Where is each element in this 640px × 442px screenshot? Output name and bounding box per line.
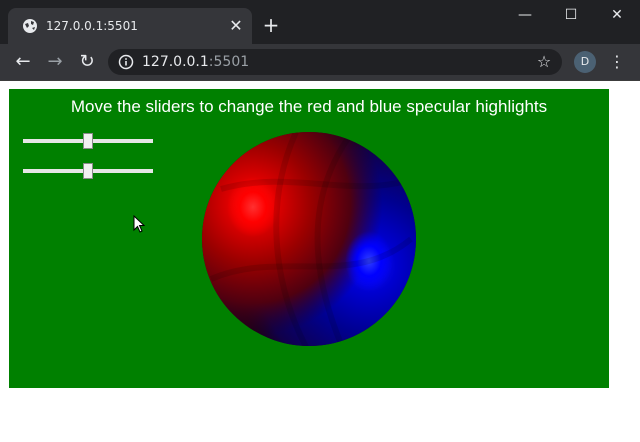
tab-title: 127.0.0.1:5501 bbox=[46, 19, 138, 33]
url-text: 127.0.0.1:5501 bbox=[142, 52, 249, 72]
info-icon[interactable] bbox=[118, 54, 134, 70]
close-tab-icon[interactable]: ✕ bbox=[228, 18, 244, 34]
browser-tab[interactable]: 127.0.0.1:5501 ✕ bbox=[8, 8, 252, 44]
forward-icon[interactable]: → bbox=[44, 51, 66, 73]
red-specular-slider[interactable] bbox=[23, 133, 153, 149]
mouse-cursor bbox=[133, 215, 145, 233]
new-tab-icon[interactable]: + bbox=[262, 15, 280, 35]
shaded-sphere bbox=[202, 132, 416, 346]
back-icon[interactable]: ← bbox=[12, 51, 34, 73]
reload-icon[interactable]: ↻ bbox=[76, 51, 98, 73]
menu-icon[interactable]: ⋮ bbox=[606, 51, 628, 73]
url-port: :5501 bbox=[208, 54, 250, 70]
profile-avatar[interactable]: D bbox=[574, 51, 596, 73]
webgl-canvas: Move the sliders to change the red and b… bbox=[9, 89, 609, 388]
blue-specular-slider[interactable] bbox=[23, 163, 153, 179]
close-window-icon[interactable]: ✕ bbox=[594, 0, 640, 30]
bookmark-star-icon[interactable]: ☆ bbox=[534, 52, 554, 72]
page-viewport: Move the sliders to change the red and b… bbox=[0, 81, 640, 442]
address-bar[interactable]: 127.0.0.1:5501 ☆ bbox=[108, 49, 562, 75]
maximize-icon[interactable]: ☐ bbox=[548, 0, 594, 30]
browser-toolbar: ← → ↻ 127.0.0.1:5501 ☆ D ⋮ bbox=[0, 44, 640, 81]
minimize-icon[interactable]: — bbox=[502, 0, 548, 30]
slider-thumb[interactable] bbox=[83, 163, 93, 179]
globe-icon bbox=[23, 19, 37, 33]
browser-titlebar: 127.0.0.1:5501 ✕ + — ☐ ✕ bbox=[0, 0, 640, 44]
url-host: 127.0.0.1 bbox=[142, 54, 209, 70]
slider-thumb[interactable] bbox=[83, 133, 93, 149]
instruction-caption: Move the sliders to change the red and b… bbox=[70, 97, 548, 116]
